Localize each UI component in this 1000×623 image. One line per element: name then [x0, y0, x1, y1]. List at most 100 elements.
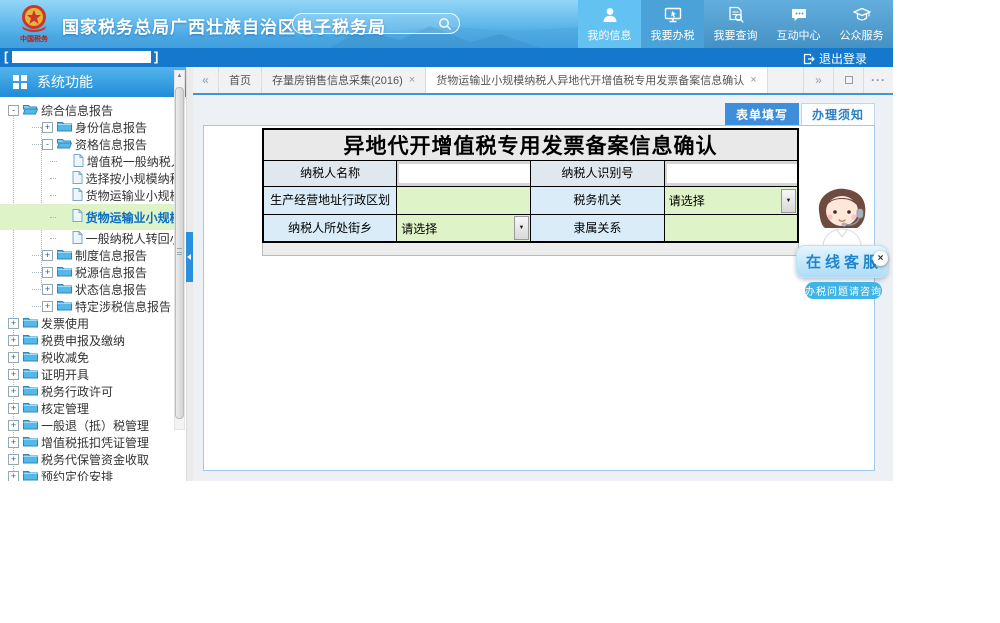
tree-item[interactable]: +税费申报及缴纳: [0, 332, 176, 349]
search-icon[interactable]: [438, 17, 452, 31]
notice-close-bracket: ]: [154, 49, 158, 64]
tree-item[interactable]: +状态信息报告: [0, 281, 176, 298]
tree-item[interactable]: +核定管理: [0, 400, 176, 417]
expand-icon[interactable]: +: [8, 471, 19, 481]
tree-item[interactable]: +发票使用: [0, 315, 176, 332]
expand-icon[interactable]: +: [8, 403, 19, 414]
expand-icon[interactable]: +: [42, 301, 53, 312]
sidebar-collapse-handle[interactable]: [186, 232, 193, 282]
document-tab-3[interactable]: 货物运输业小规模纳税人异地代开增值税专用发票备案信息确认×: [426, 67, 767, 93]
confirmation-form-table: 异地代开增值税专用发票备案信息确认 纳税人名称 纳税人识别号 生产经营地址行政区…: [262, 128, 799, 243]
scrollbar-thumb[interactable]: [175, 87, 184, 419]
tab-menu-button[interactable]: ···: [863, 67, 893, 93]
collapse-icon[interactable]: -: [42, 139, 53, 150]
expand-icon[interactable]: +: [8, 420, 19, 431]
expand-icon[interactable]: +: [8, 335, 19, 346]
tree-item[interactable]: +身份信息报告: [0, 119, 176, 136]
logo-caption: 中国税务: [14, 36, 54, 44]
taxpayer-id-input[interactable]: [667, 164, 798, 183]
logout-label: 退出登录: [819, 50, 867, 67]
tab-guide[interactable]: 办理须知: [801, 103, 875, 125]
service-consult-bubble[interactable]: 办税问题请咨询: [805, 282, 882, 299]
expand-icon[interactable]: +: [8, 437, 19, 448]
taxpayer-name-input[interactable]: [399, 164, 530, 183]
document-tab-2[interactable]: 存量房销售信息采集(2016)×: [262, 67, 426, 93]
expand-icon[interactable]: +: [8, 454, 19, 465]
tax-authority-cell: 请选择 ▼: [664, 187, 798, 215]
folder-icon: [57, 120, 72, 135]
menu-dots-icon: ···: [871, 73, 886, 87]
address-region-cell: [397, 187, 531, 215]
tab-close-icon[interactable]: ×: [750, 74, 756, 86]
grid-icon: [13, 75, 27, 89]
expand-icon[interactable]: +: [8, 352, 19, 363]
search-input[interactable]: [292, 13, 460, 34]
expand-icon[interactable]: +: [8, 318, 19, 329]
doc-search-icon: [727, 6, 745, 24]
nav-item-1[interactable]: 我的信息: [578, 0, 641, 48]
doc-icon: [72, 188, 83, 204]
form-row: 纳税人所处街乡 请选择 ▼ 隶属关系: [263, 215, 798, 243]
tree-item[interactable]: + 特定涉税信息报告: [0, 298, 176, 315]
form-panel: 异地代开增值税专用发票备案信息确认 纳税人名称 纳税人识别号 生产经营地址行政区…: [203, 125, 875, 471]
expand-icon[interactable]: +: [8, 369, 19, 380]
field-label: 税务机关: [531, 187, 665, 215]
tree-item[interactable]: 选择按小规模纳税人纳税的: [0, 170, 176, 187]
collapse-icon[interactable]: -: [8, 105, 19, 116]
tree-item[interactable]: 增值税一般纳税人登记: [0, 153, 176, 170]
logout-button[interactable]: 退出登录: [803, 50, 867, 67]
folder-icon: [23, 384, 38, 399]
screenshot-stage: 中国税务 国家税务总局广西壮族自治区电子税务局 我的信息我要办税我要查询互动中心…: [0, 0, 1000, 623]
scrollbar-grip: [177, 248, 182, 255]
sidebar: 系统功能 - 综合信息报告+身份信息报告-资格信息报告增值税一般纳税人登记选择按小…: [0, 67, 186, 481]
tab-close-icon[interactable]: ×: [409, 74, 415, 86]
expand-icon[interactable]: +: [42, 122, 53, 133]
tab-maximize-button[interactable]: [833, 67, 863, 93]
tree-item-label: 一般纳税人转回小规模纳税: [86, 230, 176, 247]
sidebar-scrollbar[interactable]: ▲: [174, 70, 185, 430]
tab-scroll-left-button[interactable]: «: [193, 67, 219, 93]
tree-item[interactable]: +制度信息报告: [0, 247, 176, 264]
select-value: 请选择: [669, 192, 705, 209]
tree-item[interactable]: -资格信息报告: [0, 136, 176, 153]
expand-icon[interactable]: +: [42, 250, 53, 261]
tree-item[interactable]: +增值税抵扣凭证管理: [0, 434, 176, 451]
document-tab-1[interactable]: 首页: [219, 67, 262, 93]
close-icon[interactable]: ×: [873, 251, 888, 266]
expand-icon[interactable]: +: [8, 386, 19, 397]
tree-item[interactable]: +税务行政许可: [0, 383, 176, 400]
tab-scroll-right-button[interactable]: »: [803, 67, 833, 93]
tree-item[interactable]: +证明开具: [0, 366, 176, 383]
nav-item-2[interactable]: 我要办税: [641, 0, 704, 48]
nav-item-3[interactable]: 我要查询: [704, 0, 767, 48]
nav-item-5[interactable]: 公众服务: [830, 0, 893, 48]
tree-item[interactable]: +预约定价安排: [0, 468, 176, 481]
tree-item-label: 特定涉税信息报告: [75, 298, 171, 315]
field-label: 隶属关系: [531, 215, 665, 243]
expand-icon[interactable]: +: [42, 284, 53, 295]
tree-item[interactable]: +一般退（抵）税管理: [0, 417, 176, 434]
tree-item[interactable]: +税务代保管资金收取: [0, 451, 176, 468]
dropdown-arrow-icon[interactable]: ▼: [514, 216, 529, 240]
tree-connector: [32, 127, 41, 128]
affiliation-cell: [664, 215, 798, 243]
scroll-up-arrow[interactable]: ▲: [175, 71, 184, 82]
tree-item-label: 综合信息报告: [41, 102, 113, 119]
street-township-select[interactable]: 请选择 ▼: [397, 215, 530, 241]
tree-item-label: 选择按小规模纳税人纳税的: [86, 170, 176, 187]
tree-item[interactable]: +税收减免: [0, 349, 176, 366]
doc-icon: [72, 171, 83, 187]
tree-item[interactable]: 货物运输业小规模纳税人异: [0, 187, 176, 204]
tree-item[interactable]: + 税源信息报告: [0, 264, 176, 281]
tree-item[interactable]: - 综合信息报告: [0, 102, 176, 119]
dropdown-arrow-icon[interactable]: ▼: [781, 189, 796, 213]
nav-item-label: 公众服务: [840, 27, 884, 43]
tree-item-label: 税源信息报告: [75, 264, 147, 281]
sidebar-header: 系统功能: [0, 67, 186, 97]
tree-item[interactable]: 一般纳税人转回小规模纳税: [0, 230, 176, 247]
tax-authority-select[interactable]: 请选择 ▼: [665, 188, 797, 214]
nav-item-4[interactable]: 互动中心: [767, 0, 830, 48]
tree-item-selected[interactable]: 货物运输业小规模纳税人异: [0, 204, 176, 230]
expand-icon[interactable]: +: [42, 267, 53, 278]
tab-form-fill[interactable]: 表单填写: [725, 103, 799, 125]
